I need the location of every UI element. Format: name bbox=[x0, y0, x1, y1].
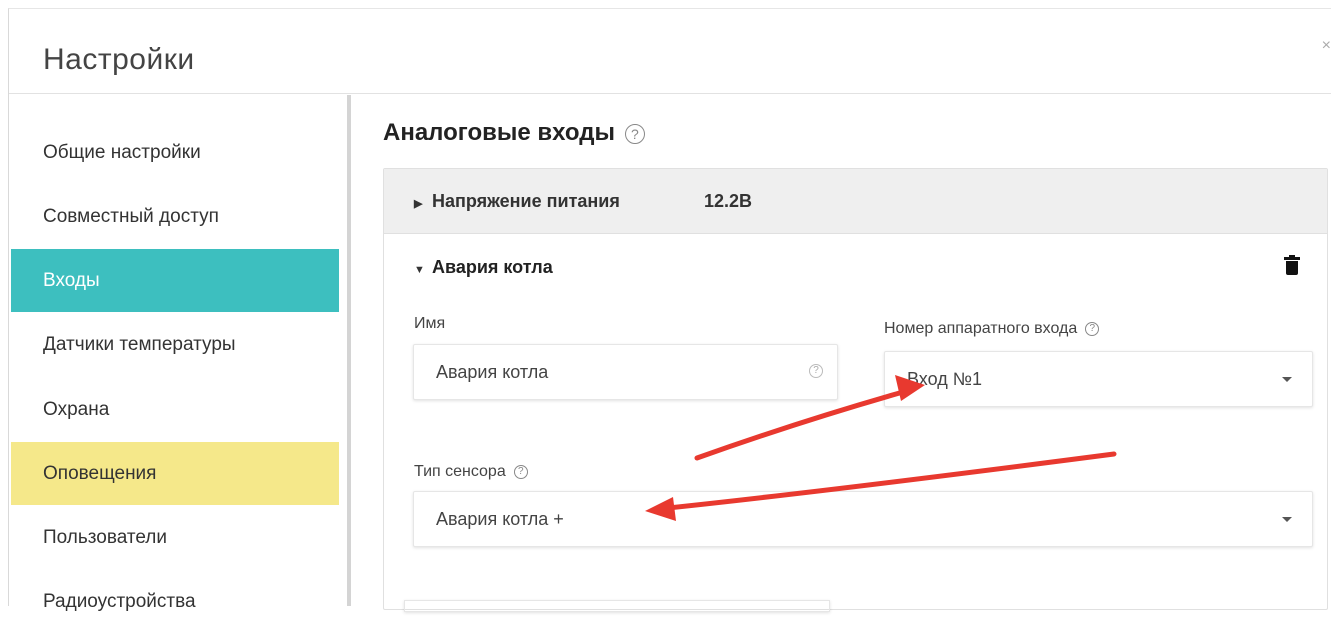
chevron-down-icon bbox=[1282, 517, 1292, 522]
hw-input-label-text: Номер аппаратного входа bbox=[884, 320, 1078, 337]
sidebar-item-security[interactable]: Охрана bbox=[11, 378, 339, 441]
chevron-down-icon bbox=[1282, 377, 1292, 382]
window-title: Настройки bbox=[43, 43, 195, 76]
sensor-type-label: Тип сенсора? bbox=[414, 463, 528, 481]
name-field[interactable]: Авария котла ? bbox=[413, 344, 838, 400]
trash-body bbox=[1286, 261, 1298, 275]
sidebar-item-sharing[interactable]: Совместный доступ bbox=[11, 185, 339, 248]
settings-window: Настройки × Общие настройки Совместный д… bbox=[8, 8, 1331, 612]
caret-down-icon: ▼ bbox=[414, 264, 425, 276]
sidebar: Общие настройки Совместный доступ Входы … bbox=[9, 95, 345, 612]
title-divider bbox=[9, 93, 1331, 94]
expanded-input-header[interactable]: ▼ Авария котла bbox=[414, 257, 553, 278]
sidebar-item-radio-devices[interactable]: Радиоустройства bbox=[11, 570, 339, 633]
trash-icon[interactable] bbox=[1284, 255, 1300, 275]
supply-voltage-value: 12.2В bbox=[704, 191, 753, 211]
sidebar-scrollbar[interactable] bbox=[347, 95, 351, 606]
expanded-input-label: Авария котла bbox=[432, 257, 553, 277]
sidebar-item-notifications[interactable]: Оповещения bbox=[11, 442, 339, 505]
hw-input-select-value: Вход №1 bbox=[907, 369, 983, 389]
sensor-type-label-text: Тип сенсора bbox=[414, 463, 506, 480]
sidebar-item-users[interactable]: Пользователи bbox=[11, 506, 339, 569]
page-title-text: Аналоговые входы bbox=[383, 119, 615, 146]
trash-lid bbox=[1284, 257, 1300, 260]
collapsed-input-row[interactable]: ▶ Напряжение питания 12.2В bbox=[384, 169, 1327, 234]
help-icon[interactable]: ? bbox=[513, 464, 528, 479]
next-field[interactable] bbox=[404, 600, 830, 612]
help-icon[interactable]: ? bbox=[1085, 321, 1100, 336]
name-field-label: Имя bbox=[414, 315, 446, 332]
hw-input-label: Номер аппаратного входа? bbox=[884, 320, 1100, 338]
supply-voltage-label: Напряжение питания bbox=[432, 191, 620, 211]
page-title: Аналоговые входы? bbox=[383, 119, 645, 147]
collapsed-row-label: ▶ Напряжение питания bbox=[414, 191, 620, 212]
caret-right-icon: ▶ bbox=[414, 198, 423, 210]
sidebar-item-inputs[interactable]: Входы bbox=[11, 249, 339, 312]
name-field-value: Авария котла bbox=[436, 362, 549, 382]
help-icon[interactable]: ? bbox=[809, 364, 823, 378]
sidebar-item-temperature-sensors[interactable]: Датчики температуры bbox=[11, 313, 339, 376]
sidebar-item-general[interactable]: Общие настройки bbox=[11, 121, 339, 184]
close-icon[interactable]: × bbox=[1322, 37, 1331, 55]
sensor-type-select-value: Авария котла + bbox=[436, 509, 564, 529]
sensor-type-select[interactable]: Авария котла + bbox=[413, 491, 1313, 547]
help-icon[interactable]: ? bbox=[624, 123, 645, 144]
hw-input-select[interactable]: Вход №1 bbox=[884, 351, 1313, 407]
analog-inputs-panel: ▶ Напряжение питания 12.2В ▼ Авария котла … bbox=[383, 168, 1328, 610]
